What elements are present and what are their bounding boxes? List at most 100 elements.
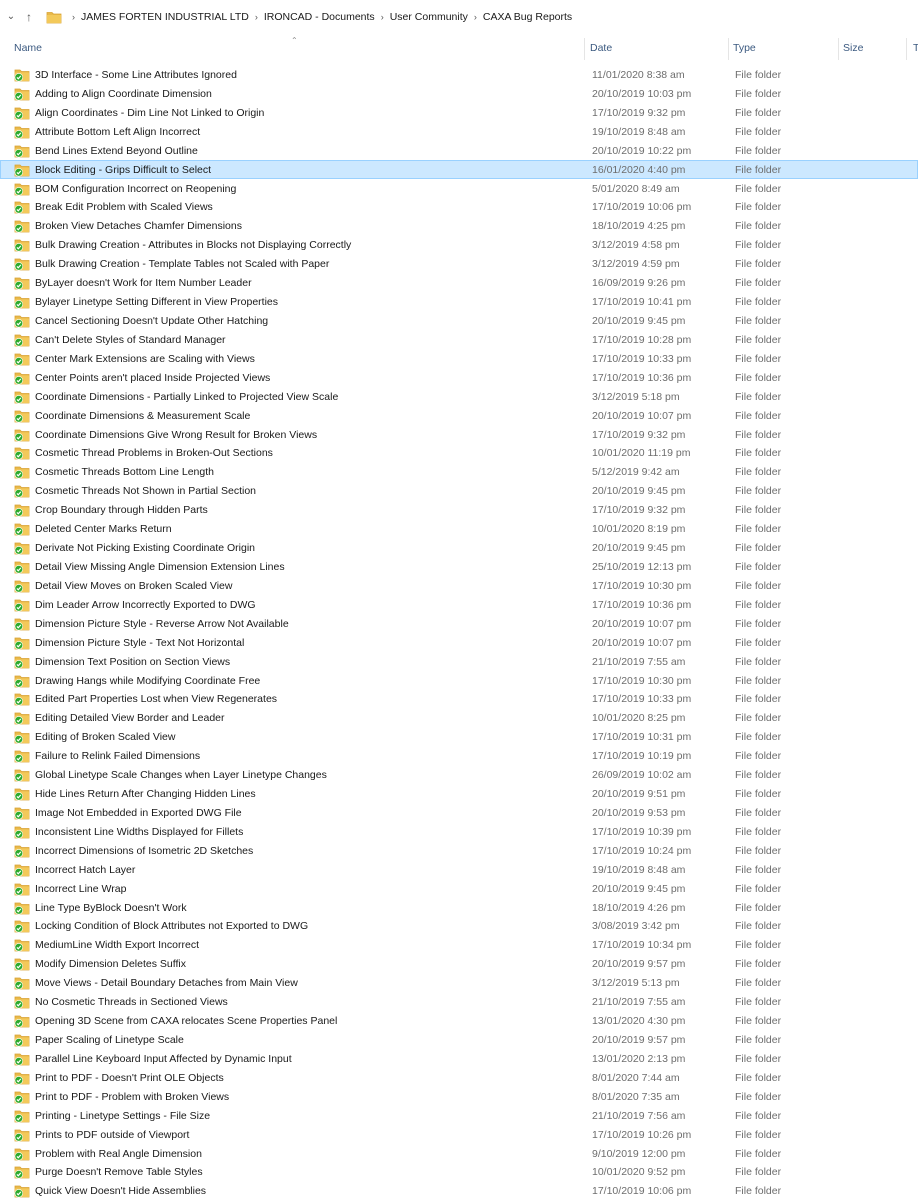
file-name[interactable]: Purge Doesn't Remove Table Styles (35, 1166, 203, 1178)
file-row[interactable]: Center Points aren't placed Inside Proje… (0, 368, 918, 387)
file-row[interactable]: Adding to Align Coordinate Dimension 20/1… (0, 84, 918, 103)
file-name[interactable]: Coordinate Dimensions & Measurement Scal… (35, 410, 250, 422)
file-name[interactable]: Detail View Missing Angle Dimension Exte… (35, 561, 285, 573)
file-name[interactable]: Bend Lines Extend Beyond Outline (35, 145, 198, 157)
file-name[interactable]: Cosmetic Threads Not Shown in Partial Se… (35, 485, 256, 497)
file-name[interactable]: Modify Dimension Deletes Suffix (35, 958, 186, 970)
column-divider[interactable] (584, 38, 585, 60)
file-row[interactable]: Coordinate Dimensions - Partially Linked… (0, 387, 918, 406)
file-name[interactable]: No Cosmetic Threads in Sectioned Views (35, 996, 228, 1008)
file-name[interactable]: Dimension Picture Style - Reverse Arrow … (35, 618, 289, 630)
column-header-size[interactable]: Size (843, 42, 863, 54)
file-row[interactable]: Bend Lines Extend Beyond Outline 20/10/20… (0, 141, 918, 160)
file-row[interactable]: Line Type ByBlock Doesn't Work 18/10/2019… (0, 898, 918, 917)
file-row[interactable]: Prints to PDF outside of Viewport 17/10/2… (0, 1125, 918, 1144)
file-row[interactable]: Break Edit Problem with Scaled Views 17/1… (0, 197, 918, 216)
chevron-right-icon[interactable]: › (72, 12, 75, 22)
file-row[interactable]: Coordinate Dimensions Give Wrong Result … (0, 425, 918, 444)
file-name[interactable]: Dim Leader Arrow Incorrectly Exported to… (35, 599, 256, 611)
file-name[interactable]: Edited Part Properties Lost when View Re… (35, 693, 277, 705)
file-name[interactable]: Deleted Center Marks Return (35, 523, 172, 535)
file-row[interactable]: Cancel Sectioning Doesn't Update Other H… (0, 311, 918, 330)
file-row[interactable]: Failure to Relink Failed Dimensions 17/10… (0, 746, 918, 765)
column-divider[interactable] (728, 38, 729, 60)
file-row[interactable]: Cosmetic Thread Problems in Broken-Out S… (0, 443, 918, 462)
file-row[interactable]: Coordinate Dimensions & Measurement Scal… (0, 406, 918, 425)
file-name[interactable]: Bulk Drawing Creation - Attributes in Bl… (35, 239, 351, 251)
file-row[interactable]: Paper Scaling of Linetype Scale 20/10/201… (0, 1030, 918, 1049)
file-row[interactable]: Editing Detailed View Border and Leader 1… (0, 708, 918, 727)
file-row[interactable]: Problem with Real Angle Dimension 9/10/20… (0, 1144, 918, 1163)
file-row[interactable]: Incorrect Dimensions of Isometric 2D Ske… (0, 841, 918, 860)
file-name[interactable]: Derivate Not Picking Existing Coordinate… (35, 542, 255, 554)
file-name[interactable]: Inconsistent Line Widths Displayed for F… (35, 826, 243, 838)
file-name[interactable]: Failure to Relink Failed Dimensions (35, 750, 200, 762)
file-row[interactable]: Incorrect Line Wrap 20/10/2019 9:45 pm Fil… (0, 879, 918, 898)
file-row[interactable]: 3D Interface - Some Line Attributes Igno… (0, 65, 918, 84)
file-name[interactable]: Print to PDF - Doesn't Print OLE Objects (35, 1072, 224, 1084)
chevron-right-icon[interactable]: › (381, 12, 384, 22)
file-row[interactable]: Derivate Not Picking Existing Coordinate… (0, 538, 918, 557)
file-name[interactable]: Printing - Linetype Settings - File Size (35, 1110, 210, 1122)
file-row[interactable]: Locking Condition of Block Attributes no… (0, 916, 918, 935)
file-row[interactable]: Bulk Drawing Creation - Template Tables … (0, 254, 918, 273)
file-name[interactable]: Coordinate Dimensions - Partially Linked… (35, 391, 338, 403)
file-name[interactable]: Adding to Align Coordinate Dimension (35, 88, 212, 100)
file-row[interactable]: Edited Part Properties Lost when View Re… (0, 689, 918, 708)
file-row[interactable]: Drawing Hangs while Modifying Coordinate… (0, 671, 918, 690)
file-name[interactable]: Coordinate Dimensions Give Wrong Result … (35, 429, 317, 441)
file-name[interactable]: Editing Detailed View Border and Leader (35, 712, 225, 724)
file-name[interactable]: Opening 3D Scene from CAXA relocates Sce… (35, 1015, 337, 1027)
file-name[interactable]: Global Linetype Scale Changes when Layer… (35, 769, 327, 781)
file-name[interactable]: Dimension Picture Style - Text Not Horiz… (35, 637, 244, 649)
file-name[interactable]: ByLayer doesn't Work for Item Number Lea… (35, 277, 252, 289)
file-row[interactable]: Dimension Picture Style - Reverse Arrow … (0, 614, 918, 633)
column-divider[interactable] (838, 38, 839, 60)
chevron-right-icon[interactable]: › (474, 12, 477, 22)
file-name[interactable]: Cosmetic Threads Bottom Line Length (35, 466, 214, 478)
file-row[interactable]: ByLayer doesn't Work for Item Number Lea… (0, 273, 918, 292)
file-name[interactable]: Crop Boundary through Hidden Parts (35, 504, 208, 516)
file-name[interactable]: Detail View Moves on Broken Scaled View (35, 580, 232, 592)
file-row[interactable]: Quick View Doesn't Hide Assemblies 17/10/… (0, 1181, 918, 1200)
file-row[interactable]: Bulk Drawing Creation - Attributes in Bl… (0, 235, 918, 254)
file-name[interactable]: Image Not Embedded in Exported DWG File (35, 807, 242, 819)
chevron-right-icon[interactable]: › (255, 12, 258, 22)
file-row[interactable]: Global Linetype Scale Changes when Layer… (0, 765, 918, 784)
file-name[interactable]: Prints to PDF outside of Viewport (35, 1129, 189, 1141)
file-name[interactable]: Bylayer Linetype Setting Different in Vi… (35, 296, 278, 308)
file-row[interactable]: Block Editing - Grips Difficult to Selec… (0, 159, 918, 179)
file-name[interactable]: Incorrect Line Wrap (35, 883, 126, 895)
file-row[interactable]: Image Not Embedded in Exported DWG File 2… (0, 803, 918, 822)
column-header-type[interactable]: Type (733, 42, 756, 54)
file-row[interactable]: No Cosmetic Threads in Sectioned Views 21… (0, 992, 918, 1011)
file-row[interactable]: Purge Doesn't Remove Table Styles 10/01/2… (0, 1162, 918, 1181)
file-name[interactable]: Hide Lines Return After Changing Hidden … (35, 788, 256, 800)
file-name[interactable]: MediumLine Width Export Incorrect (35, 939, 199, 951)
file-name[interactable]: Incorrect Hatch Layer (35, 864, 135, 876)
file-name[interactable]: Paper Scaling of Linetype Scale (35, 1034, 184, 1046)
file-row[interactable]: Detail View Missing Angle Dimension Exte… (0, 557, 918, 576)
file-row[interactable]: Printing - Linetype Settings - File Size… (0, 1106, 918, 1125)
file-row[interactable]: Cosmetic Threads Bottom Line Length 5/12/… (0, 462, 918, 481)
file-row[interactable]: Cosmetic Threads Not Shown in Partial Se… (0, 481, 918, 500)
column-header-name[interactable]: Name (14, 42, 42, 54)
file-name[interactable]: Incorrect Dimensions of Isometric 2D Ske… (35, 845, 253, 857)
file-name[interactable]: Broken View Detaches Chamfer Dimensions (35, 220, 242, 232)
file-row[interactable]: Modify Dimension Deletes Suffix 20/10/201… (0, 954, 918, 973)
file-row[interactable]: Parallel Line Keyboard Input Affected by… (0, 1049, 918, 1068)
file-name[interactable]: Cosmetic Thread Problems in Broken-Out S… (35, 447, 273, 459)
file-name[interactable]: Align Coordinates - Dim Line Not Linked … (35, 107, 264, 119)
breadcrumb-item[interactable]: CAXA Bug Reports (483, 11, 572, 23)
file-row[interactable]: Can't Delete Styles of Standard Manager 1… (0, 330, 918, 349)
file-row[interactable]: Crop Boundary through Hidden Parts 17/10/… (0, 500, 918, 519)
file-name[interactable]: 3D Interface - Some Line Attributes Igno… (35, 69, 237, 81)
file-row[interactable]: Move Views - Detail Boundary Detaches fr… (0, 973, 918, 992)
file-row[interactable]: Hide Lines Return After Changing Hidden … (0, 784, 918, 803)
column-header-extra[interactable]: T (913, 42, 918, 54)
file-name[interactable]: Center Mark Extensions are Scaling with … (35, 353, 255, 365)
column-header-date[interactable]: Date (590, 42, 612, 54)
recent-locations-chevron-down-icon[interactable]: ⌄ (4, 8, 18, 26)
file-row[interactable]: Print to PDF - Problem with Broken Views… (0, 1087, 918, 1106)
file-row[interactable]: Attribute Bottom Left Align Incorrect 19/… (0, 122, 918, 141)
